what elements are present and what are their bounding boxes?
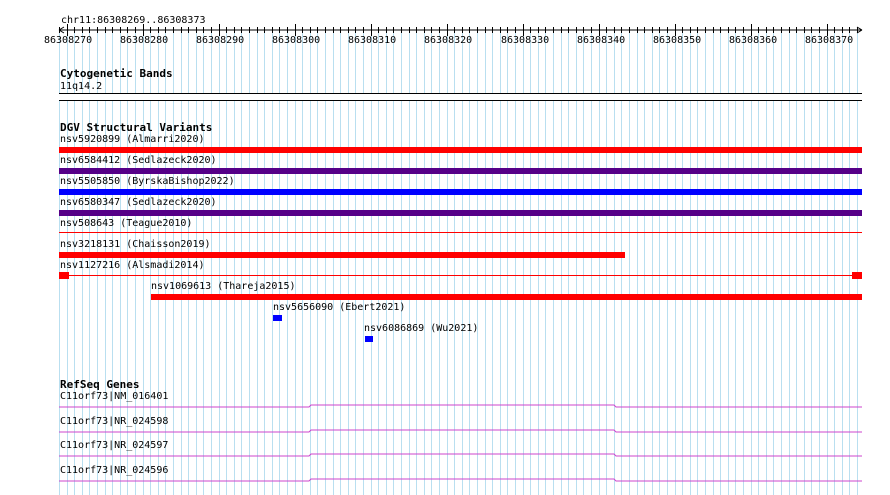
dgv-label-8[interactable]: nsv5656090 (Ebert2021) [273, 302, 405, 314]
gene-line [59, 453, 862, 457]
refseq-track-title: RefSeq Genes [60, 378, 140, 391]
dgv-feature-4[interactable] [59, 232, 862, 233]
cytoband-label[interactable]: 11q14.2 [60, 81, 102, 93]
ruler-tick-9: 86308360 [729, 35, 778, 46]
refseq-gene-3[interactable] [59, 476, 862, 484]
dgv-feature-1[interactable] [59, 168, 862, 174]
ruler-tick-8: 86308350 [653, 35, 702, 46]
dgv-label-3[interactable]: nsv6580347 (Sedlazeck2020) [60, 197, 217, 209]
dgv-feature-2[interactable] [59, 189, 862, 195]
ruler-tick-6: 86308330 [501, 35, 550, 46]
dgv-feature-6-line [69, 275, 852, 276]
dgv-label-0[interactable]: nsv5920899 (Almarri2020) [60, 134, 205, 146]
gene-line [59, 429, 862, 433]
dgv-feature-6-block-left [59, 272, 69, 279]
dgv-label-6[interactable]: nsv1127216 (Alsmadi2014) [60, 260, 205, 272]
dgv-feature-6-block-right [852, 272, 862, 279]
gene-line [59, 478, 862, 482]
refseq-gene-1[interactable] [59, 427, 862, 435]
dgv-track-title: DGV Structural Variants [60, 121, 213, 134]
ruler-tick-5: 86308320 [424, 35, 473, 46]
refseq-gene-2[interactable] [59, 451, 862, 459]
ruler-tick-1: 86308280 [120, 35, 169, 46]
ruler-tick-7: 86308340 [577, 35, 626, 46]
ruler-tick-10: 86308370 [805, 35, 854, 46]
dgv-label-1[interactable]: nsv6584412 (Sedlazeck2020) [60, 155, 217, 167]
dgv-label-9[interactable]: nsv6086869 (Wu2021) [364, 323, 478, 335]
dgv-label-4[interactable]: nsv508643 (Teague2010) [60, 218, 192, 230]
genome-browser-view: chr11:86308269..86308373 86308270 863082… [0, 0, 890, 495]
dgv-label-5[interactable]: nsv3218131 (Chaisson2019) [60, 239, 211, 251]
dgv-feature-5[interactable] [59, 252, 625, 258]
ruler-tick-2: 86308290 [196, 35, 245, 46]
dgv-label-2[interactable]: nsv5505850 (ByrskaBishop2022) [60, 176, 235, 188]
ruler-tick-3: 86308300 [272, 35, 321, 46]
dgv-label-7[interactable]: nsv1069613 (Thareja2015) [151, 281, 296, 293]
dgv-feature-9[interactable] [365, 336, 373, 342]
dgv-feature-3[interactable] [59, 210, 862, 216]
ruler-tick-4: 86308310 [348, 35, 397, 46]
dgv-feature-8[interactable] [273, 315, 282, 321]
dgv-feature-7[interactable] [151, 294, 862, 300]
cytoband-bar[interactable] [59, 93, 862, 101]
dgv-feature-0[interactable] [59, 147, 862, 153]
gene-line [59, 404, 862, 408]
dgv-feature-6[interactable] [59, 272, 862, 279]
refseq-gene-0[interactable] [59, 402, 862, 410]
ruler-tick-0: 86308270 [44, 35, 93, 46]
cytoband-track-title: Cytogenetic Bands [60, 67, 173, 80]
